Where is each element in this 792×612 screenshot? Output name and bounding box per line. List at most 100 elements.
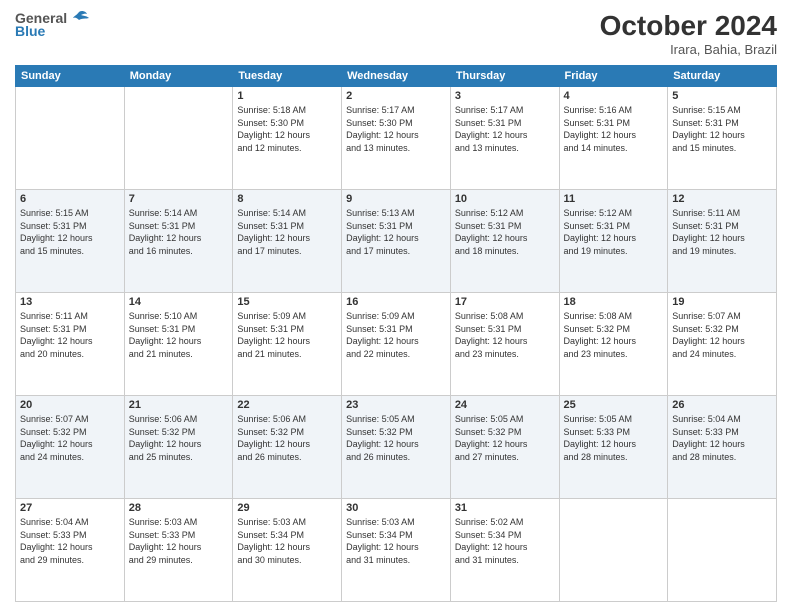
day-number: 25 [564,399,664,411]
day-number: 17 [455,296,555,308]
col-monday: Monday [124,66,233,87]
day-info: Sunrise: 5:17 AMSunset: 5:31 PMDaylight:… [455,104,555,154]
logo: General Blue [15,10,89,39]
day-number: 1 [237,90,337,102]
table-row: 16 Sunrise: 5:09 AMSunset: 5:31 PMDayligh… [342,293,451,396]
month-year-title: October 2024 [600,10,777,42]
day-number: 20 [20,399,120,411]
day-number: 13 [20,296,120,308]
table-row: 28Sunrise: 5:03 AMSunset: 5:33 PMDayligh… [124,499,233,602]
table-row: 11 Sunrise: 5:12 AMSunset: 5:31 PMDayligh… [559,190,668,293]
day-info: Sunrise: 5:13 AMSunset: 5:31 PMDaylight:… [346,207,446,257]
header: General Blue October 2024 Irara, Bahia, … [15,10,777,57]
day-number: 18 [564,296,664,308]
day-info: Sunrise: 5:03 AMSunset: 5:34 PMDaylight:… [237,516,337,566]
day-info: Sunrise: 5:07 AMSunset: 5:32 PMDaylight:… [672,310,772,360]
day-info: Sunrise: 5:05 AMSunset: 5:32 PMDaylight:… [346,413,446,463]
calendar-week-row: 13 Sunrise: 5:11 AMSunset: 5:31 PMDayligh… [16,293,777,396]
day-info: Sunrise: 5:15 AMSunset: 5:31 PMDaylight:… [672,104,772,154]
table-row: 3 Sunrise: 5:17 AMSunset: 5:31 PMDaylight… [450,87,559,190]
day-number: 11 [564,193,664,205]
day-number: 12 [672,193,772,205]
table-row: 21Sunrise: 5:06 AMSunset: 5:32 PMDayligh… [124,396,233,499]
day-info: Sunrise: 5:08 AMSunset: 5:31 PMDaylight:… [455,310,555,360]
table-row: 19 Sunrise: 5:07 AMSunset: 5:32 PMDayligh… [668,293,777,396]
table-row: 26 Sunrise: 5:04 AMSunset: 5:33 PMDayligh… [668,396,777,499]
col-saturday: Saturday [668,66,777,87]
col-thursday: Thursday [450,66,559,87]
calendar-week-row: 27 Sunrise: 5:04 AMSunset: 5:33 PMDayligh… [16,499,777,602]
day-info: Sunrise: 5:04 AMSunset: 5:33 PMDaylight:… [672,413,772,463]
day-number: 16 [346,296,446,308]
day-info: Sunrise: 5:14 AMSunset: 5:31 PMDaylight:… [129,207,229,257]
table-row: 2Sunrise: 5:17 AMSunset: 5:30 PMDaylight… [342,87,451,190]
col-wednesday: Wednesday [342,66,451,87]
table-row [559,499,668,602]
day-number: 10 [455,193,555,205]
day-info: Sunrise: 5:12 AMSunset: 5:31 PMDaylight:… [564,207,664,257]
day-number: 30 [346,502,446,514]
col-friday: Friday [559,66,668,87]
day-number: 9 [346,193,446,205]
day-info: Sunrise: 5:05 AMSunset: 5:33 PMDaylight:… [564,413,664,463]
day-info: Sunrise: 5:11 AMSunset: 5:31 PMDaylight:… [20,310,120,360]
location-subtitle: Irara, Bahia, Brazil [600,42,777,57]
day-info: Sunrise: 5:07 AMSunset: 5:32 PMDaylight:… [20,413,120,463]
day-info: Sunrise: 5:08 AMSunset: 5:32 PMDaylight:… [564,310,664,360]
day-number: 23 [346,399,446,411]
day-number: 31 [455,502,555,514]
calendar-week-row: 20 Sunrise: 5:07 AMSunset: 5:32 PMDayligh… [16,396,777,499]
day-number: 5 [672,90,772,102]
table-row [668,499,777,602]
day-info: Sunrise: 5:06 AMSunset: 5:32 PMDaylight:… [237,413,337,463]
day-number: 29 [237,502,337,514]
calendar-week-row: 1Sunrise: 5:18 AMSunset: 5:30 PMDaylight… [16,87,777,190]
col-tuesday: Tuesday [233,66,342,87]
table-row: 29 Sunrise: 5:03 AMSunset: 5:34 PMDayligh… [233,499,342,602]
logo-text-blue: Blue [15,23,45,39]
day-number: 6 [20,193,120,205]
table-row: 1Sunrise: 5:18 AMSunset: 5:30 PMDaylight… [233,87,342,190]
col-sunday: Sunday [16,66,125,87]
table-row: 31 Sunrise: 5:02 AMSunset: 5:34 PMDayligh… [450,499,559,602]
day-number: 15 [237,296,337,308]
day-info: Sunrise: 5:02 AMSunset: 5:34 PMDaylight:… [455,516,555,566]
day-info: Sunrise: 5:03 AMSunset: 5:34 PMDaylight:… [346,516,446,566]
page: General Blue October 2024 Irara, Bahia, … [0,0,792,612]
table-row: 23 Sunrise: 5:05 AMSunset: 5:32 PMDayligh… [342,396,451,499]
table-row: 12 Sunrise: 5:11 AMSunset: 5:31 PMDayligh… [668,190,777,293]
table-row: 6 Sunrise: 5:15 AMSunset: 5:31 PMDaylight… [16,190,125,293]
table-row: 7 Sunrise: 5:14 AMSunset: 5:31 PMDaylight… [124,190,233,293]
day-info: Sunrise: 5:05 AMSunset: 5:32 PMDaylight:… [455,413,555,463]
table-row: 20 Sunrise: 5:07 AMSunset: 5:32 PMDayligh… [16,396,125,499]
title-block: October 2024 Irara, Bahia, Brazil [600,10,777,57]
day-info: Sunrise: 5:11 AMSunset: 5:31 PMDaylight:… [672,207,772,257]
day-info: Sunrise: 5:14 AMSunset: 5:31 PMDaylight:… [237,207,337,257]
day-number: 27 [20,502,120,514]
table-row [16,87,125,190]
table-row: 8 Sunrise: 5:14 AMSunset: 5:31 PMDaylight… [233,190,342,293]
table-row: 9 Sunrise: 5:13 AMSunset: 5:31 PMDaylight… [342,190,451,293]
day-info: Sunrise: 5:04 AMSunset: 5:33 PMDaylight:… [20,516,120,566]
day-number: 8 [237,193,337,205]
table-row: 30 Sunrise: 5:03 AMSunset: 5:34 PMDayligh… [342,499,451,602]
day-number: 19 [672,296,772,308]
calendar-table: Sunday Monday Tuesday Wednesday Thursday… [15,65,777,602]
table-row: 24 Sunrise: 5:05 AMSunset: 5:32 PMDayligh… [450,396,559,499]
day-number: 22 [237,399,337,411]
day-number: 7 [129,193,229,205]
day-info: Sunrise: 5:17 AMSunset: 5:30 PMDaylight:… [346,104,446,154]
day-info: Sunrise: 5:03 AMSunset: 5:33 PMDaylight:… [129,516,229,566]
table-row: 14Sunrise: 5:10 AMSunset: 5:31 PMDayligh… [124,293,233,396]
day-info: Sunrise: 5:09 AMSunset: 5:31 PMDaylight:… [346,310,446,360]
day-number: 24 [455,399,555,411]
table-row [124,87,233,190]
day-number: 26 [672,399,772,411]
day-number: 21 [129,399,229,411]
day-info: Sunrise: 5:15 AMSunset: 5:31 PMDaylight:… [20,207,120,257]
table-row: 18 Sunrise: 5:08 AMSunset: 5:32 PMDayligh… [559,293,668,396]
day-info: Sunrise: 5:16 AMSunset: 5:31 PMDaylight:… [564,104,664,154]
day-number: 14 [129,296,229,308]
day-number: 3 [455,90,555,102]
table-row: 15Sunrise: 5:09 AMSunset: 5:31 PMDayligh… [233,293,342,396]
